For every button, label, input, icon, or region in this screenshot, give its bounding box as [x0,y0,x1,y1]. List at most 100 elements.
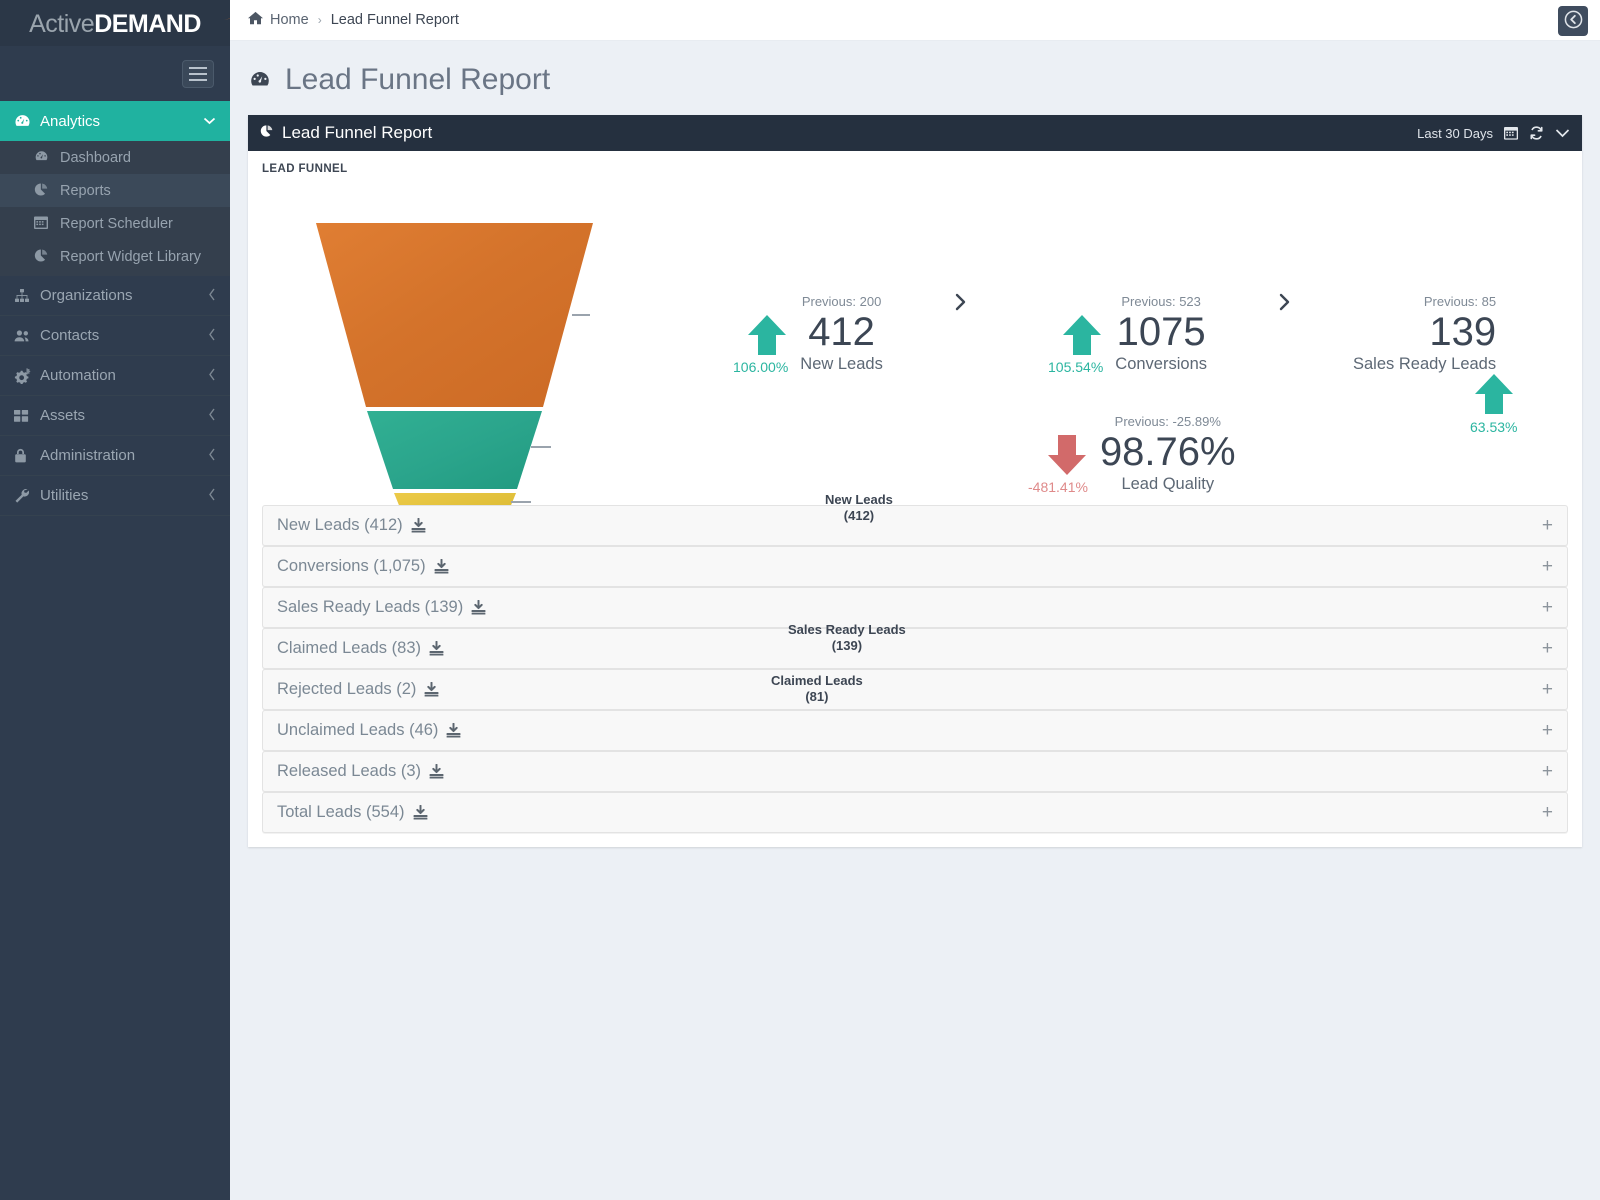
expand-icon[interactable]: + [1542,803,1553,822]
hamburger-line [189,66,207,69]
accordion-row-released-leads[interactable]: Released Leads (3) + [262,751,1568,792]
expand-icon[interactable]: + [1542,557,1553,576]
lead-funnel-caption: LEAD FUNNEL [262,163,348,175]
accordion-row-conversions[interactable]: Conversions (1,075) + [262,546,1568,587]
kpi-sales-ready-leads: Previous: 85 139 Sales Ready Leads [1353,294,1497,375]
download-icon[interactable] [429,764,444,779]
calendar-icon [34,215,60,233]
download-icon[interactable] [446,723,461,738]
dashboard-icon [34,149,60,167]
sitemap-icon [14,288,40,304]
accordion-row-unclaimed-leads[interactable]: Unclaimed Leads (46) + [262,710,1568,751]
sidebar-item-automation[interactable]: Automation [0,356,230,396]
funnel-label-name: Claimed Leads [771,673,863,688]
arrow-up-icon [1061,313,1103,357]
accordion-row-new-leads[interactable]: New Leads (412) + [262,505,1568,546]
dashboard-icon [14,113,40,130]
lead-funnel-chart[interactable] [268,185,688,505]
accordion-label: Claimed Leads (83) [277,639,421,657]
panel-title: Lead Funnel Report [282,123,433,142]
arrow-up-icon [746,313,788,357]
chevron-left-icon [208,448,216,464]
accordion-row-total-leads[interactable]: Total Leads (554) + [262,792,1568,833]
sidebar-item-dashboard[interactable]: Dashboard [0,141,230,174]
kpi-change-percent: 63.53% [1470,419,1518,435]
download-icon[interactable] [434,559,449,574]
lock-icon [14,448,40,464]
brand-logo[interactable]: ActiveDEMAND [0,0,280,46]
sidebar-item-label: Automation [40,367,116,384]
expand-icon[interactable]: + [1542,516,1553,535]
back-button[interactable] [1558,6,1588,36]
sidebar-item-report-scheduler[interactable]: Report Scheduler [0,207,230,240]
chevron-down-icon [203,114,216,128]
accordion-label: Unclaimed Leads (46) [277,721,439,739]
cogs-icon [14,367,40,384]
page-title-text: Lead Funnel Report [285,63,551,96]
sidebar: ActiveDEMAND Analytics Dashboard Reports… [0,0,280,1200]
sidebar-item-assets[interactable]: Assets [0,396,230,436]
grid-icon [14,409,40,423]
sidebar-item-utilities[interactable]: Utilities [0,476,230,516]
funnel-segment-new-leads[interactable] [316,223,593,407]
accordion-label: New Leads (412) [277,516,403,534]
panel-header-controls: Last 30 Days [1417,126,1570,141]
sidebar-item-administration[interactable]: Administration [0,436,230,476]
date-range-label[interactable]: Last 30 Days [1417,126,1493,141]
expand-icon[interactable]: + [1542,598,1553,617]
breadcrumb-home-link[interactable]: Home [248,11,309,29]
kpi-value: 139 [1429,310,1497,355]
sidebar-item-label: Reports [60,182,111,199]
visualization-row: New Leads (412) Sales Ready Leads (139) … [248,175,1582,704]
analytics-submenu: Dashboard Reports Report Scheduler Repor… [0,141,230,276]
kpi-change-percent: -481.41% [1028,479,1088,496]
download-icon[interactable] [471,600,486,615]
download-icon[interactable] [411,518,426,533]
kpi-label: Conversions [1115,355,1207,374]
kpi-previous: Previous: -25.89% [1114,414,1221,429]
chevron-left-icon [208,368,216,384]
download-icon[interactable] [429,641,444,656]
hamburger-line [189,78,207,81]
funnel-label-name: New Leads [825,492,893,507]
funnel-label-value: (81) [805,689,829,705]
accordion-row-rejected-leads[interactable]: Rejected Leads (2) + [262,669,1568,710]
sidebar-item-analytics[interactable]: Analytics [0,101,244,141]
sidebar-item-label: Contacts [40,327,100,344]
chevron-left-icon [208,408,216,424]
sidebar-item-label: Administration [40,447,136,464]
funnel-label-new-leads: New Leads (412) [825,492,893,525]
refresh-icon[interactable] [1529,126,1544,140]
accordion-row-sales-ready-leads[interactable]: Sales Ready Leads (139) + [262,587,1568,628]
expand-icon[interactable]: + [1542,680,1553,699]
sidebar-item-contacts[interactable]: Contacts [0,316,230,356]
breadcrumb-current: Lead Funnel Report [330,12,459,28]
funnel-segment-claimed-leads[interactable] [394,493,516,505]
expand-icon[interactable]: + [1542,721,1553,740]
accordion-label-group: Rejected Leads (2) [277,680,439,699]
download-icon[interactable] [413,805,428,820]
kpi-lead-quality: -481.41% Previous: -25.89% 98.76% Lead Q… [1028,414,1236,496]
hamburger-menu-button[interactable] [182,59,214,88]
sidebar-item-label: Report Scheduler [60,215,173,232]
accordion-label: Released Leads (3) [277,762,422,780]
sidebar-item-label: Dashboard [60,149,131,166]
expand-icon[interactable]: + [1542,639,1553,658]
sidebar-item-report-widget-library[interactable]: Report Widget Library [0,240,230,273]
accordion-label-group: Claimed Leads (83) [277,639,444,658]
hamburger-line [189,72,207,75]
sidebar-item-reports[interactable]: Reports [0,174,230,207]
panel-collapse-chevron-icon[interactable] [1555,128,1570,138]
download-icon[interactable] [424,682,439,697]
kpi-change-percent: 105.54% [1048,359,1104,376]
kpi-change-group: 106.00% [733,313,788,375]
sidebar-toggle-container [0,46,230,101]
kpi-value: 412 [808,310,875,355]
expand-icon[interactable]: + [1542,762,1553,781]
chevron-left-icon [208,488,216,504]
calendar-icon[interactable] [1504,126,1518,140]
funnel-segment-sales-ready-leads[interactable] [367,411,542,489]
pie-chart-icon [34,182,60,200]
accordion-row-claimed-leads[interactable]: Claimed Leads (83) + [262,628,1568,669]
sidebar-item-organizations[interactable]: Organizations [0,276,230,316]
